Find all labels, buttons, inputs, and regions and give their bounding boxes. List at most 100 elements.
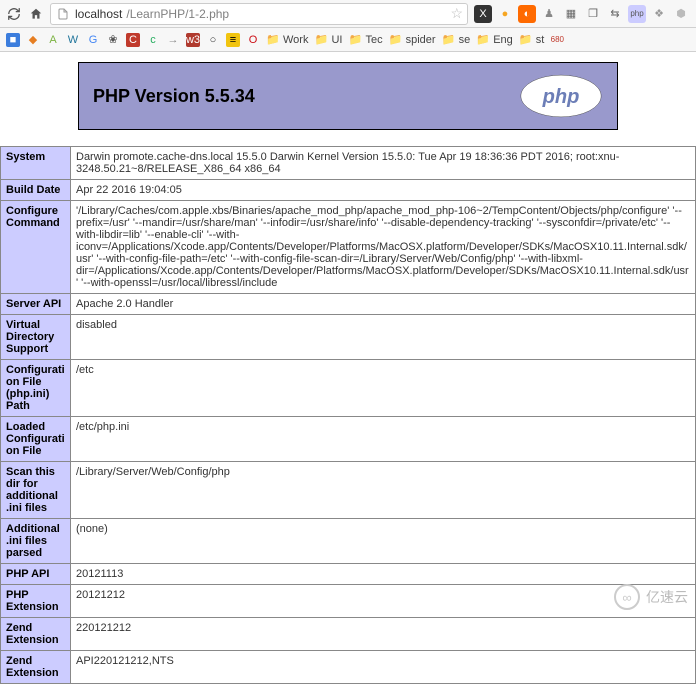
info-value: /etc/php.ini <box>71 417 696 462</box>
bookmark-yellow[interactable]: ≡ <box>226 33 240 47</box>
orange-slash-icon[interactable]: ◐ <box>518 5 536 23</box>
bookmark-android[interactable]: A <box>46 33 60 47</box>
info-key: Additional .ini files parsed <box>1 519 71 564</box>
info-key: PHP Extension <box>1 585 71 618</box>
grid-icon[interactable]: ▦ <box>562 5 580 23</box>
table-row: PHP Extension20121212 <box>1 585 696 618</box>
info-value: disabled <box>71 315 696 360</box>
folder-se-icon: 📁 <box>442 33 456 47</box>
table-row: Configure Command'/Library/Caches/com.ap… <box>1 201 696 294</box>
opera-icon: O <box>246 33 260 47</box>
bookmark-c-red[interactable]: C <box>126 33 140 47</box>
table-row: Additional .ini files parsed(none) <box>1 519 696 564</box>
bookmark-arrow[interactable]: → <box>166 33 180 47</box>
watermark-text: 亿速云 <box>646 587 688 607</box>
info-value: Apache 2.0 Handler <box>71 294 696 315</box>
url-host: localhost <box>75 7 122 21</box>
bookmark-star-icon[interactable]: ☆ <box>450 5 463 22</box>
info-value: API220121212,NTS <box>71 651 696 684</box>
bookmark-folder-ui[interactable]: 📁UI <box>314 33 342 47</box>
bookmark-folder-spider[interactable]: 📁spider <box>389 33 436 47</box>
wp-icon: W <box>66 33 80 47</box>
info-key: Build Date <box>1 180 71 201</box>
c-green-icon: c <box>146 33 160 47</box>
watermark: ∞ 亿速云 <box>614 584 688 610</box>
php-icon[interactable]: php <box>628 5 646 23</box>
bookmark-w3[interactable]: w3 <box>186 33 200 47</box>
c-red-icon: C <box>126 33 140 47</box>
chess-icon[interactable]: ♟ <box>540 5 558 23</box>
arrow-icon: → <box>166 33 180 47</box>
info-value: 20121113 <box>71 564 696 585</box>
folder-st-icon: 📁 <box>519 33 533 47</box>
extension-strip: X●◐♟▦❐⇆php❖⬢ <box>474 5 690 23</box>
yellow-icon: ≡ <box>226 33 240 47</box>
table-row: PHP API20121113 <box>1 564 696 585</box>
bookmark-folder-tec[interactable]: 📁Tec <box>348 33 382 47</box>
info-key: Virtual Directory Support <box>1 315 71 360</box>
url-bar[interactable]: localhost/LearnPHP/1-2.php ☆ <box>50 3 468 25</box>
w3-icon: w3 <box>186 33 200 47</box>
bookmark-red680[interactable]: 680 <box>550 33 564 47</box>
info-key: Zend Extension <box>1 651 71 684</box>
bookmark-label: spider <box>406 34 436 46</box>
bookmark-label: UI <box>331 34 342 46</box>
table-row: Build DateApr 22 2016 19:04:05 <box>1 180 696 201</box>
php-version-title: PHP Version 5.5.34 <box>93 86 255 107</box>
grey1-icon[interactable]: ❖ <box>650 5 668 23</box>
page-icon <box>55 6 71 22</box>
folder-spider-icon: 📁 <box>389 33 403 47</box>
table-row: Scan this dir for additional .ini files/… <box>1 462 696 519</box>
bookmark-label: se <box>459 34 471 46</box>
bookmark-folder-eng[interactable]: 📁Eng <box>476 33 513 47</box>
table-row: Zend Extension220121212 <box>1 618 696 651</box>
bookmark-folder-st[interactable]: 📁st <box>519 33 545 47</box>
window-icon[interactable]: ❐ <box>584 5 602 23</box>
bookmark-folder-se[interactable]: 📁se <box>442 33 471 47</box>
bookmark-c-green[interactable]: c <box>146 33 160 47</box>
table-row: Configuration File (php.ini) Path/etc <box>1 360 696 417</box>
info-value: 20121212 <box>71 585 696 618</box>
bookmark-label: Work <box>283 34 308 46</box>
bookmark-github[interactable]: ○ <box>206 33 220 47</box>
github-icon: ○ <box>206 33 220 47</box>
phpinfo-header: PHP Version 5.5.34 php <box>78 62 618 130</box>
android-icon: A <box>46 33 60 47</box>
bookmark-blue-sq[interactable]: ■ <box>6 33 20 47</box>
bookmark-label: Eng <box>493 34 513 46</box>
table-row: Loaded Configuration File/etc/php.ini <box>1 417 696 462</box>
info-key: System <box>1 147 71 180</box>
table-row: Server APIApache 2.0 Handler <box>1 294 696 315</box>
bookmark-google[interactable]: G <box>86 33 100 47</box>
orange-circle-icon[interactable]: ● <box>496 5 514 23</box>
info-key: Scan this dir for additional .ini files <box>1 462 71 519</box>
bookmark-diamond[interactable]: ◆ <box>26 33 40 47</box>
grey2-icon[interactable]: ⬢ <box>672 5 690 23</box>
info-key: Server API <box>1 294 71 315</box>
folder-eng-icon: 📁 <box>476 33 490 47</box>
watermark-icon: ∞ <box>614 584 640 610</box>
diamond-icon: ◆ <box>26 33 40 47</box>
phpinfo-table: SystemDarwin promote.cache-dns.local 15.… <box>0 146 696 684</box>
bookmark-folder-work[interactable]: 📁Work <box>266 33 308 47</box>
browser-nav-bar: localhost/LearnPHP/1-2.php ☆ X●◐♟▦❐⇆php❖… <box>0 0 696 28</box>
url-path: /LearnPHP/1-2.php <box>126 7 446 21</box>
paint-icon: ❀ <box>106 33 120 47</box>
table-row: Virtual Directory Supportdisabled <box>1 315 696 360</box>
bookmark-paint[interactable]: ❀ <box>106 33 120 47</box>
bookmark-label: st <box>536 34 545 46</box>
bookmark-wp[interactable]: W <box>66 33 80 47</box>
arrows-icon[interactable]: ⇆ <box>606 5 624 23</box>
bookmark-opera[interactable]: O <box>246 33 260 47</box>
php-logo-icon: php <box>519 73 603 119</box>
info-value: 220121212 <box>71 618 696 651</box>
home-icon[interactable] <box>28 6 44 22</box>
x-ext-icon[interactable]: X <box>474 5 492 23</box>
folder-work-icon: 📁 <box>266 33 280 47</box>
page-content: PHP Version 5.5.34 php SystemDarwin prom… <box>0 52 696 684</box>
reload-icon[interactable] <box>6 6 22 22</box>
info-value: (none) <box>71 519 696 564</box>
blue-sq-icon: ■ <box>6 33 20 47</box>
bookmarks-bar: ■◆AWG❀Cc→w3○≡O📁Work📁UI📁Tec📁spider📁se📁Eng… <box>0 28 696 52</box>
info-value: /etc <box>71 360 696 417</box>
